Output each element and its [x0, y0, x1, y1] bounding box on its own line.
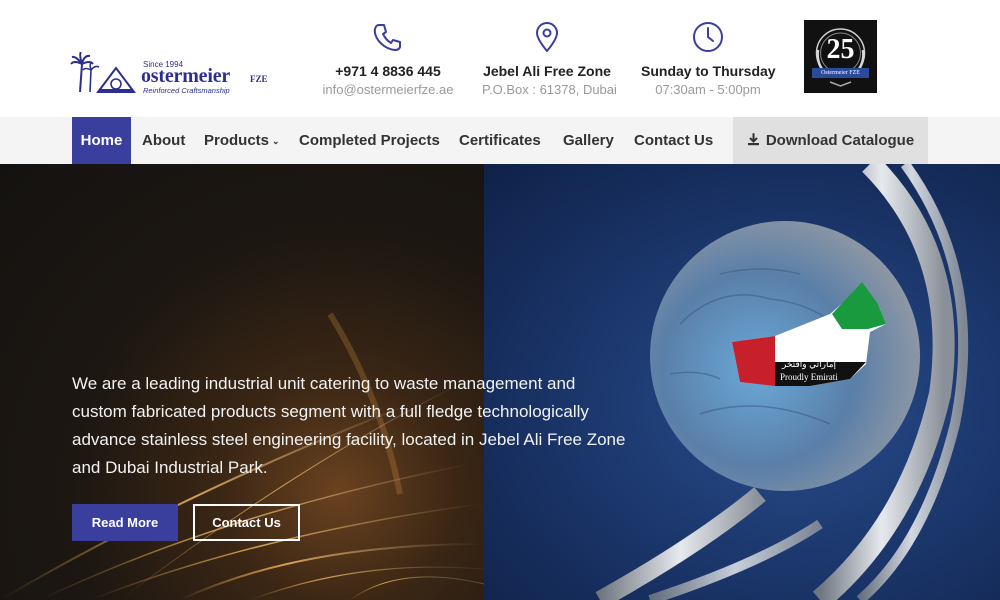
site-header: Since 1994 ostermeier FZE Reinforced Cra… — [0, 0, 1000, 117]
nav-certificates[interactable]: Certificates — [459, 117, 541, 164]
nav-gallery[interactable]: Gallery — [563, 117, 614, 164]
email-address[interactable]: info@ostermeierfze.ae — [321, 80, 455, 100]
palm-tree-logo-icon — [70, 52, 136, 93]
logo-wordmark: ostermeier — [141, 65, 231, 87]
working-hours: 07:30am - 5:00pm — [655, 82, 761, 97]
download-icon — [747, 133, 759, 146]
location-pin-icon — [536, 22, 558, 52]
badge-number: 25 — [826, 34, 855, 65]
chevron-down-icon: ⌄ — [272, 136, 280, 146]
uae-label-arabic: إماراتي وافتخر — [782, 359, 837, 369]
download-catalogue-label: Download Catalogue — [765, 132, 915, 149]
logo-suffix: FZE — [250, 74, 268, 84]
nav-about[interactable]: About — [142, 117, 185, 164]
hero-description: We are a leading industrial unit caterin… — [72, 374, 626, 477]
hero-banner: إماراتي وافتخر Proudly Emirati We are a … — [0, 164, 1000, 600]
read-more-button[interactable]: Read More — [72, 504, 178, 541]
nav-contact-us[interactable]: Contact Us — [634, 117, 713, 164]
nav-home[interactable]: Home — [72, 117, 131, 164]
clock-icon — [693, 22, 723, 52]
phone-info: +971 4 8836 445 info@ostermeierfze.ae — [321, 20, 455, 100]
hours-info: Sunday to Thursday 07:30am - 5:00pm — [641, 20, 776, 100]
working-days: Sunday to Thursday — [641, 63, 776, 79]
phone-number[interactable]: +971 4 8836 445 — [321, 62, 455, 80]
badge-ribbon: Ostermeier FZE — [812, 68, 869, 78]
contact-us-button[interactable]: Contact Us — [193, 504, 300, 541]
logo-tagline: Reinforced Craftsmanship — [143, 86, 230, 95]
phone-icon — [373, 24, 401, 51]
po-box: P.O.Box : 61378, Dubai — [482, 82, 617, 97]
main-nav: Home About Products ⌄ Completed Projects … — [0, 117, 1000, 164]
location-info: Jebel Ali Free Zone P.O.Box : 61378, Dub… — [482, 20, 617, 100]
uae-label-english: Proudly Emirati — [780, 372, 838, 382]
download-catalogue-button[interactable]: Download Catalogue — [733, 117, 928, 164]
brand-logo[interactable]: Since 1994 ostermeier FZE Reinforced Cra… — [70, 52, 275, 98]
location-name: Jebel Ali Free Zone — [483, 63, 611, 79]
nav-products[interactable]: Products ⌄ — [204, 117, 280, 164]
nav-products-label: Products — [204, 132, 270, 149]
anniversary-badge: 25 Ostermeier FZE — [804, 20, 877, 93]
nav-completed-projects[interactable]: Completed Projects — [299, 117, 440, 164]
